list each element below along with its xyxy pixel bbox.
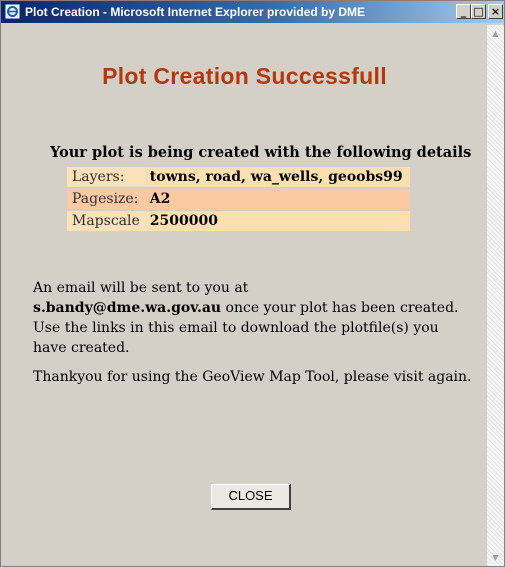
scroll-down-arrow-icon[interactable]: ▼: [487, 549, 504, 566]
plot-details-table: Layers: towns, road, wa_wells, geoobs99 …: [67, 165, 410, 233]
window-title: Plot Creation - Microsoft Internet Explo…: [25, 5, 366, 19]
scroll-up-arrow-icon[interactable]: ▲: [487, 25, 504, 42]
details-label: Layers:: [67, 167, 145, 187]
details-value: towns, road, wa_wells, geoobs99: [144, 167, 410, 187]
table-row: Mapscale 2500000: [67, 211, 410, 231]
minimize-button[interactable]: _: [456, 4, 471, 19]
ie-icon: [5, 4, 20, 19]
thanks-text: Thankyou for using the GeoView Map Tool,…: [33, 369, 472, 385]
page-content: Plot Creation Successfull Your plot is b…: [3, 25, 486, 566]
page-title: Plot Creation Successfull: [102, 63, 387, 89]
email-address: s.bandy@dme.wa.gov.au: [33, 300, 222, 316]
intro-text: Your plot is being created with the foll…: [50, 144, 472, 161]
browser-window: Plot Creation - Microsoft Internet Explo…: [0, 0, 505, 567]
details-label: Pagesize:: [67, 189, 145, 209]
maximize-button[interactable]: □: [471, 4, 486, 19]
email-notice: An email will be sent to you at s.bandy@…: [33, 278, 473, 358]
vertical-scrollbar[interactable]: ▲ ▼: [487, 25, 504, 566]
title-bar[interactable]: Plot Creation - Microsoft Internet Explo…: [1, 1, 504, 23]
email-notice-before: An email will be sent to you at: [33, 280, 249, 296]
details-value: A2: [144, 189, 410, 209]
table-row: Layers: towns, road, wa_wells, geoobs99: [67, 167, 410, 187]
table-row: Pagesize: A2: [67, 189, 410, 209]
details-value: 2500000: [144, 211, 410, 231]
details-label: Mapscale: [67, 211, 145, 231]
close-window-button[interactable]: ×: [488, 4, 503, 19]
close-button[interactable]: CLOSE: [211, 484, 291, 510]
